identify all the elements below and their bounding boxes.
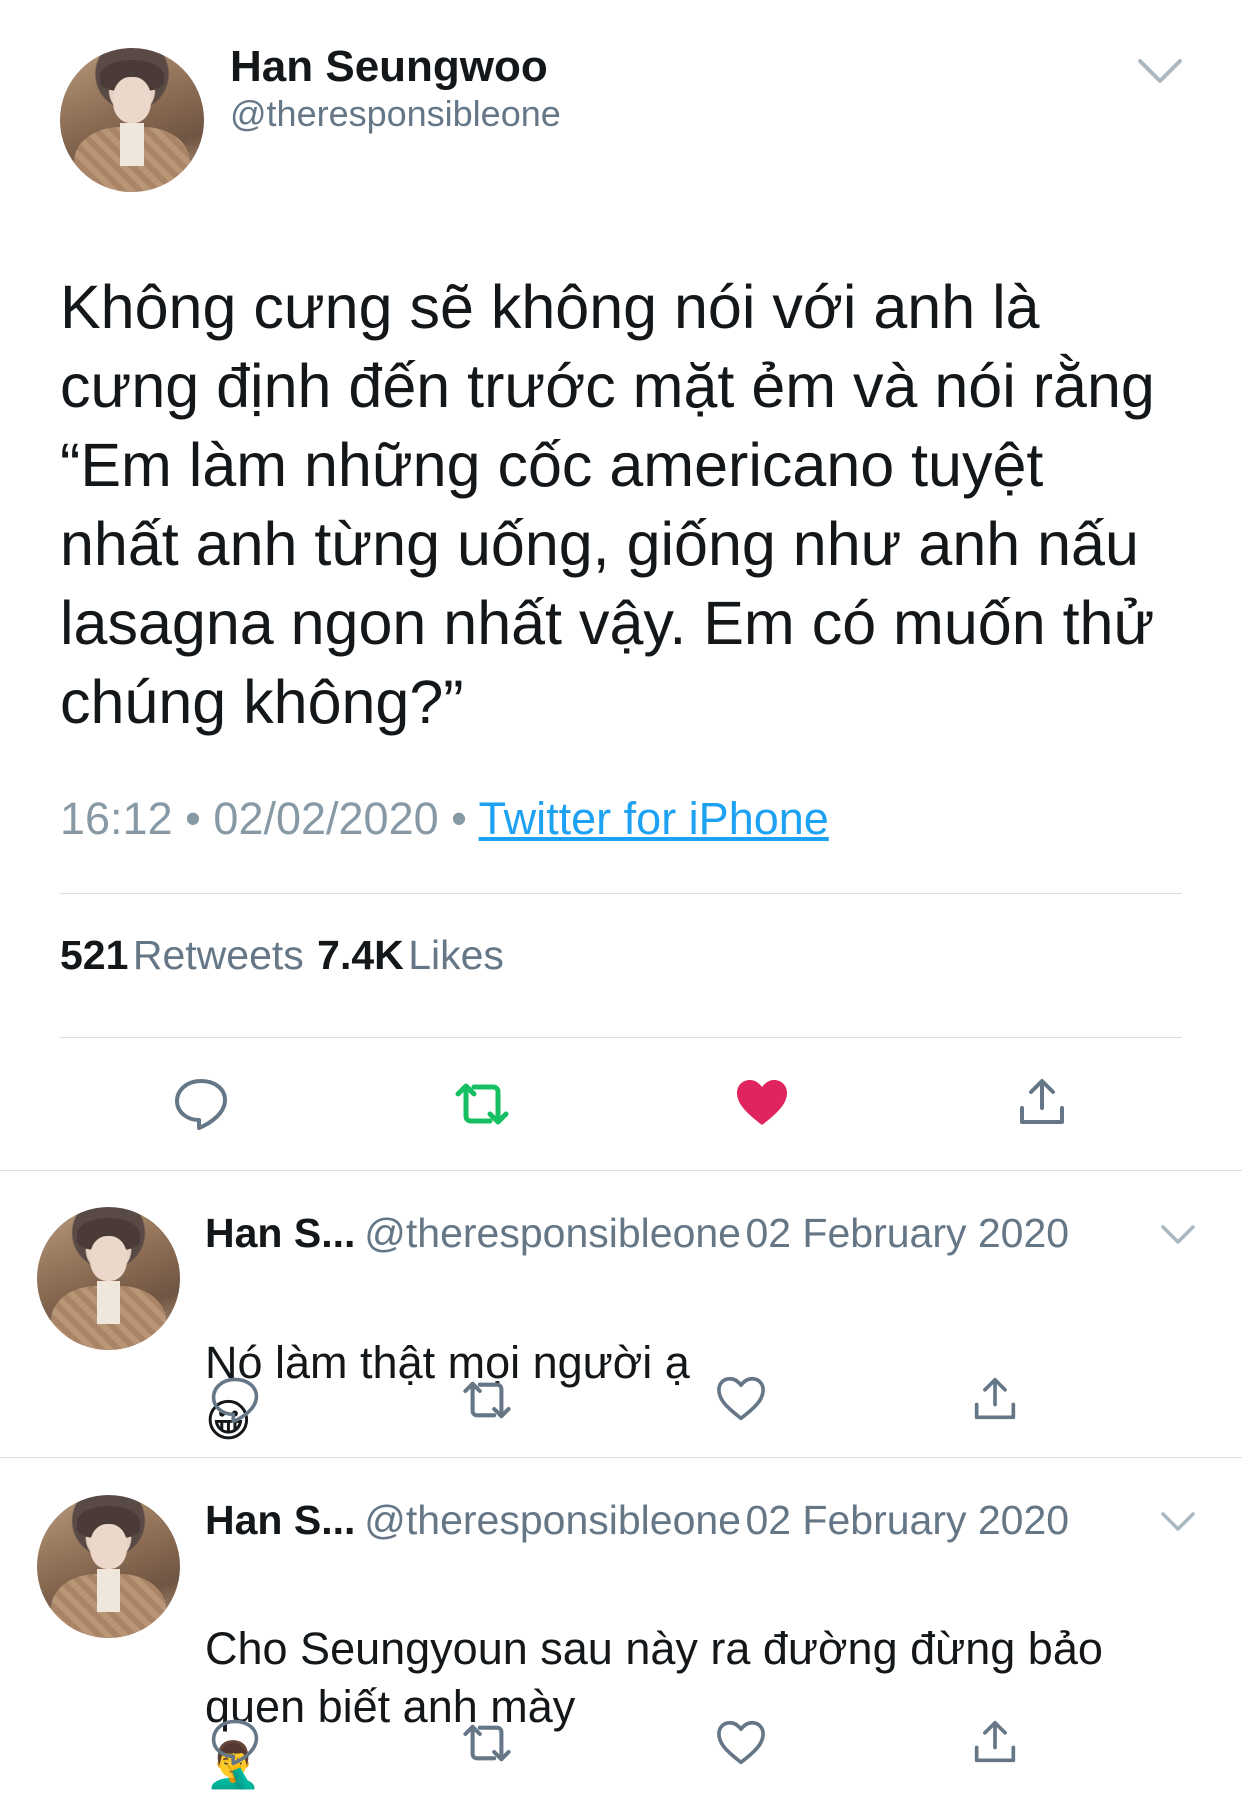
retweets-count[interactable]: 521 <box>60 932 128 978</box>
author-name[interactable]: Han Seungwoo <box>230 42 548 92</box>
retweets-label[interactable]: Retweets <box>133 932 304 978</box>
reply-date: 02 February 2020 <box>745 1210 1070 1256</box>
tweet-time: 16:12 <box>60 793 173 844</box>
reply-author-name[interactable]: Han S... <box>205 1497 355 1543</box>
author-avatar[interactable] <box>60 48 204 192</box>
share-icon[interactable] <box>973 1377 1017 1421</box>
tweet-date: 02/02/2020 <box>213 793 439 844</box>
reply-author-handle[interactable]: @theresponsibleone <box>364 1497 741 1543</box>
tweet-stats: 521 Retweets 7.4K Likes <box>60 932 504 979</box>
reply-author-name[interactable]: Han S... <box>205 1210 355 1256</box>
reply-author-handle[interactable]: @theresponsibleone <box>364 1210 741 1256</box>
retweet-icon[interactable] <box>452 1080 512 1128</box>
divider <box>60 893 1182 894</box>
likes-count[interactable]: 7.4K <box>317 932 404 978</box>
reply-icon[interactable] <box>210 1375 260 1425</box>
divider <box>0 1170 1242 1171</box>
reply-date: 02 February 2020 <box>745 1497 1070 1543</box>
chevron-down-icon[interactable] <box>1160 1510 1196 1534</box>
meta-separator: • <box>185 793 201 844</box>
heart-icon[interactable] <box>716 1376 766 1422</box>
chevron-down-icon[interactable] <box>1160 1223 1196 1247</box>
reply-icon[interactable] <box>173 1077 229 1131</box>
reply-header: Han S... @theresponsibleone 02 February … <box>205 1497 1069 1544</box>
author-handle[interactable]: @theresponsibleone <box>230 93 561 135</box>
retweet-icon[interactable] <box>460 1721 514 1765</box>
tweet-text: Không cưng sẽ không nói với anh là cưng … <box>60 273 1155 736</box>
reply-icon[interactable] <box>210 1717 260 1767</box>
divider <box>0 1457 1242 1458</box>
share-icon[interactable] <box>973 1720 1017 1764</box>
reply-text-body: Nó làm thật mọi người ạ <box>205 1337 690 1388</box>
tweet-meta: 16:12 • 02/02/2020 • Twitter for iPhone <box>60 793 829 845</box>
meta-separator: • <box>451 793 467 844</box>
reply-text-body: Cho Seungyoun sau này ra đường đừng bảo … <box>205 1623 1103 1732</box>
tweet-source-link[interactable]: Twitter for iPhone <box>479 793 829 844</box>
share-icon[interactable] <box>1018 1078 1066 1126</box>
reply-avatar[interactable] <box>37 1207 180 1350</box>
likes-label[interactable]: Likes <box>408 932 504 978</box>
divider <box>60 1037 1182 1038</box>
heart-icon[interactable] <box>735 1078 789 1128</box>
reply-text: Nó làm thật mọi người ạ 😀 <box>205 1276 1205 1450</box>
heart-icon[interactable] <box>716 1720 766 1766</box>
reply-header: Han S... @theresponsibleone 02 February … <box>205 1210 1069 1257</box>
reply-avatar[interactable] <box>37 1495 180 1638</box>
retweet-icon[interactable] <box>460 1378 514 1422</box>
reply-text: Cho Seungyoun sau này ra đường đừng bảo … <box>205 1562 1205 1794</box>
chevron-down-icon[interactable] <box>1136 55 1184 87</box>
